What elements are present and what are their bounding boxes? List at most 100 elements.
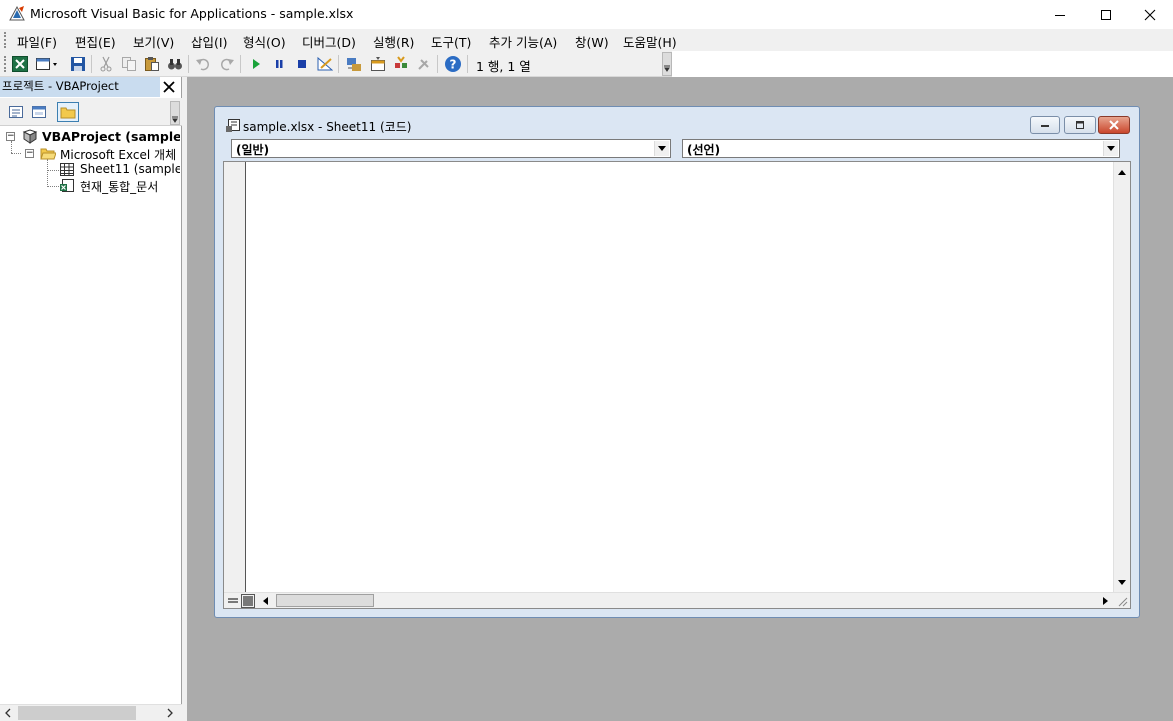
run-button[interactable] — [246, 54, 266, 74]
project-explorer-button[interactable] — [344, 54, 364, 74]
toolbar-separator — [338, 55, 339, 73]
copy-icon — [122, 57, 136, 71]
menu-format[interactable]: 형식(O) — [243, 32, 286, 51]
paste-icon — [145, 57, 159, 71]
toolbar-options-button[interactable] — [662, 52, 672, 76]
insert-userform-button[interactable] — [34, 54, 60, 74]
save-button[interactable] — [68, 54, 88, 74]
redo-button[interactable] — [217, 54, 237, 74]
tree-label-root: VBAProject (sample. — [42, 129, 180, 144]
chevron-down-icon — [172, 116, 178, 123]
undo-icon — [196, 58, 210, 71]
scroll-thumb[interactable] — [18, 706, 136, 720]
code-window-minimize-button[interactable] — [1030, 116, 1060, 134]
project-explorer-toolbar — [0, 98, 182, 126]
collapse-toggle[interactable]: − — [25, 149, 34, 158]
find-button[interactable] — [165, 54, 185, 74]
object-combobox[interactable]: (일반) — [231, 139, 671, 158]
menu-help[interactable]: 도움말(H) — [623, 32, 677, 51]
paste-button[interactable] — [142, 54, 162, 74]
standard-toolbar: ? 1 행, 1 열 — [0, 51, 672, 77]
workbook-icon — [60, 179, 74, 192]
code-editor[interactable] — [223, 161, 1131, 609]
scroll-right-icon — [167, 708, 173, 718]
code-window-restore-button[interactable] — [1064, 116, 1096, 134]
cursor-position: 1 행, 1 열 — [476, 59, 531, 74]
tree-node-root[interactable]: − VBAProject (sample. — [0, 128, 180, 145]
maximize-button[interactable] — [1083, 0, 1129, 29]
scroll-down-button[interactable] — [1114, 574, 1130, 590]
menu-addins[interactable]: 추가 기능(A) — [489, 32, 557, 51]
close-button[interactable] — [1127, 0, 1173, 29]
close-icon — [163, 81, 175, 93]
procedure-view-icon — [228, 598, 238, 602]
design-mode-icon — [317, 56, 333, 71]
menu-window[interactable]: 창(W) — [575, 32, 609, 51]
menu-insert[interactable]: 삽입(I) — [191, 32, 227, 51]
project-horizontal-scrollbar[interactable] — [0, 704, 182, 721]
excel-icon — [12, 56, 28, 72]
close-icon — [1109, 120, 1119, 130]
toolbar-separator — [240, 55, 241, 73]
project-explorer-close-button[interactable] — [160, 78, 178, 96]
horizontal-scroll-thumb[interactable] — [276, 594, 374, 607]
menu-view[interactable]: 보기(V) — [133, 32, 174, 51]
project-explorer-pane: 프로젝트 - VBAProject − VBAProject (sample. — [0, 77, 182, 721]
toolbox-button[interactable] — [414, 54, 434, 74]
tree-node-folder[interactable]: − Microsoft Excel 개체 — [0, 145, 180, 162]
menu-bar: 파일(F) 편집(E) 보기(V) 삽입(I) 형식(O) 디버그(D) 실행(… — [0, 29, 1173, 51]
menu-run[interactable]: 실행(R) — [373, 32, 414, 51]
view-object-icon — [32, 106, 46, 118]
properties-button[interactable] — [368, 54, 388, 74]
menu-edit[interactable]: 편집(E) — [75, 32, 116, 51]
copy-button[interactable] — [119, 54, 139, 74]
full-module-view-icon — [243, 596, 253, 606]
vba-project-icon — [22, 129, 38, 144]
object-combobox-dropdown[interactable] — [654, 141, 669, 156]
view-excel-button[interactable] — [10, 54, 30, 74]
view-object-button[interactable] — [28, 102, 50, 122]
menubar-grip[interactable] — [4, 32, 7, 48]
toolbox-icon — [418, 59, 429, 70]
resize-grip-icon[interactable] — [1117, 596, 1128, 607]
chevron-down-icon — [1107, 146, 1115, 151]
window-title: Microsoft Visual Basic for Applications … — [30, 6, 354, 21]
scroll-left-button[interactable] — [258, 593, 272, 608]
scroll-up-button[interactable] — [1114, 164, 1130, 180]
tree-node-sheet[interactable]: Sheet11 (sample) — [0, 161, 180, 178]
minimize-icon — [1041, 125, 1049, 127]
help-button[interactable]: ? — [443, 54, 463, 74]
project-toolbar-options-button[interactable] — [170, 101, 180, 125]
object-browser-button[interactable] — [391, 54, 411, 74]
menu-file[interactable]: 파일(F) — [17, 32, 57, 51]
view-code-button[interactable] — [5, 102, 27, 122]
margin-indicator-bar[interactable] — [224, 162, 246, 592]
menu-debug[interactable]: 디버그(D) — [302, 32, 356, 51]
scroll-right-button[interactable] — [1098, 593, 1112, 608]
collapse-toggle[interactable]: − — [6, 132, 15, 141]
view-code-icon — [9, 106, 23, 118]
chevron-down-icon — [658, 146, 666, 151]
reset-button[interactable] — [292, 54, 312, 74]
folder-open-icon — [40, 148, 56, 160]
scroll-down-icon — [1118, 579, 1126, 585]
full-module-view-button[interactable] — [241, 594, 255, 608]
project-tree: − VBAProject (sample. − Microsoft Excel … — [0, 127, 180, 703]
cut-button[interactable] — [96, 54, 116, 74]
restore-icon — [1076, 121, 1084, 129]
editor-vertical-scrollbar[interactable] — [1113, 162, 1130, 592]
procedure-combobox-dropdown[interactable] — [1103, 141, 1118, 156]
procedure-view-button[interactable] — [226, 594, 240, 608]
break-button[interactable] — [269, 54, 289, 74]
code-window-close-button[interactable] — [1098, 116, 1130, 134]
toolbar-grip[interactable] — [4, 56, 7, 72]
menu-tools[interactable]: 도구(T) — [431, 32, 471, 51]
tree-node-workbook[interactable]: 현재_통합_문서 — [0, 177, 180, 194]
undo-button[interactable] — [193, 54, 213, 74]
code-window: sample.xlsx - Sheet11 (코드) (일반) (선언) — [214, 106, 1140, 618]
design-mode-button[interactable] — [315, 54, 335, 74]
minimize-button[interactable] — [1037, 0, 1083, 29]
procedure-combobox[interactable]: (선언) — [682, 139, 1120, 158]
redo-icon — [220, 58, 234, 71]
toggle-folders-button[interactable] — [57, 102, 79, 122]
